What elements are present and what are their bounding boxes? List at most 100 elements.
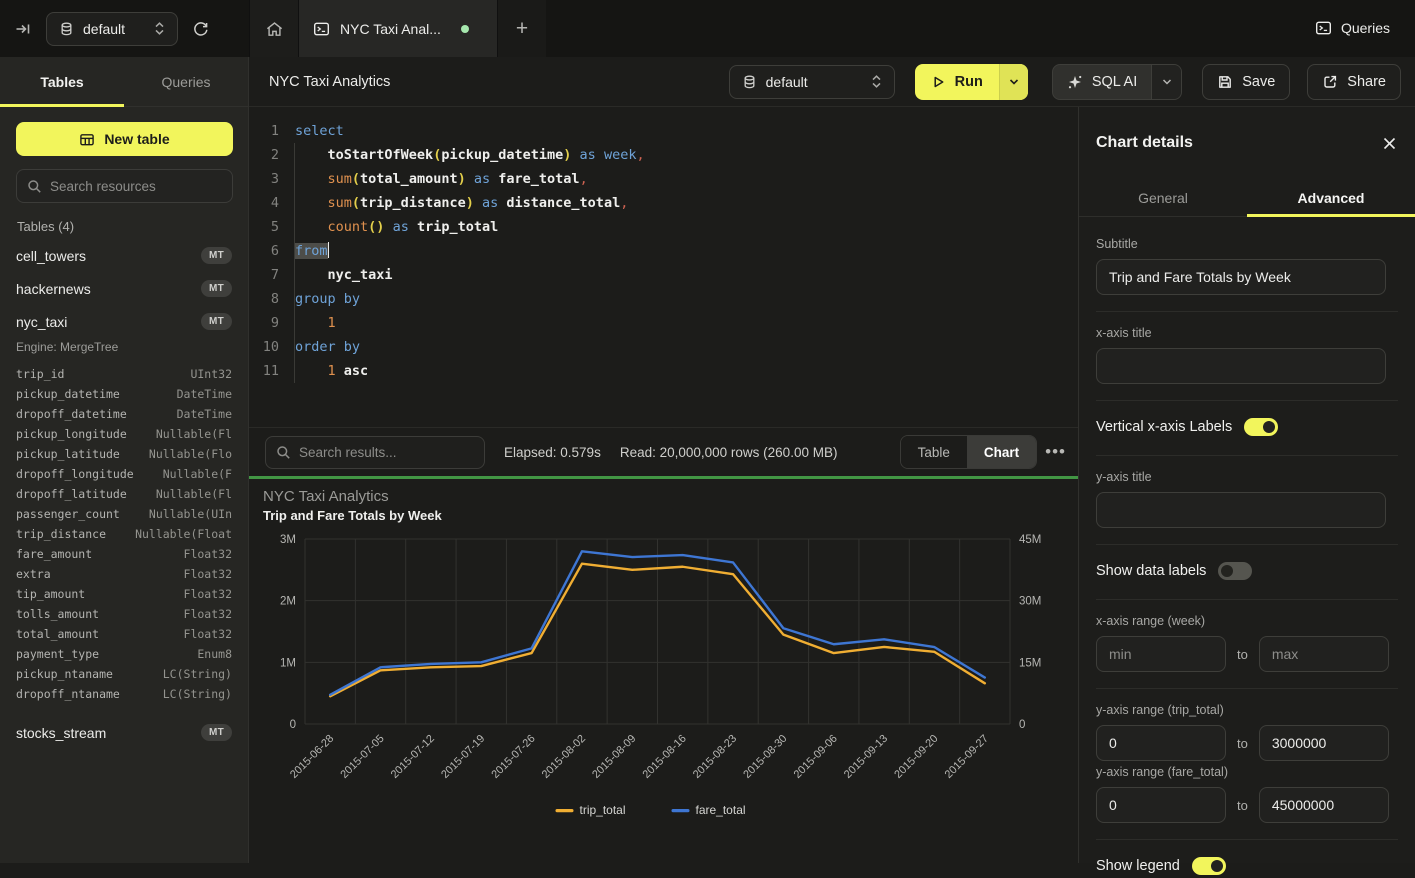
refresh-button[interactable] [178,0,222,57]
toggle-label: Vertical x-axis Labels [1096,419,1232,435]
range-max-input[interactable] [1259,787,1389,823]
column-type: Float32 [184,627,232,641]
column-row: payment_typeEnum8 [16,644,232,664]
results-bar: Elapsed: 0.579s Read: 20,000,000 rows (2… [249,427,1078,476]
column-name: dropoff_datetime [16,407,127,421]
toggle-switch[interactable] [1218,562,1252,580]
save-button-label: Save [1242,74,1275,90]
chart-area: NYC Taxi Analytics Trip and Fare Totals … [249,479,1078,863]
table-row[interactable]: cell_towersMT [0,239,248,272]
svg-text:0: 0 [290,719,296,731]
chart-plot: 01M2M3M015M30M45M2015-06-282015-07-05201… [257,527,1069,859]
chart-details-panel: Chart details General Advanced Subtitlex… [1078,107,1415,863]
line-number: 10 [249,335,279,359]
new-table-label: New table [104,131,169,147]
column-name: tip_amount [16,587,85,601]
panel-tab-general[interactable]: General [1079,179,1247,216]
range-separator: to [1237,736,1248,751]
column-type: Float32 [184,607,232,621]
view-toggle-table[interactable]: Table [901,436,967,468]
run-button-label: Run [955,74,983,90]
column-type: DateTime [177,387,232,401]
panel-title: Chart details [1096,134,1193,152]
range-max-input[interactable] [1259,636,1389,672]
play-icon [931,74,946,90]
engine-badge: MT [201,247,232,264]
divider [1096,311,1398,312]
table-row[interactable]: nyc_taxiMT [0,305,248,338]
elapsed-time: Elapsed: 0.579s [504,445,601,460]
view-toggle-chart[interactable]: Chart [967,436,1036,468]
run-button[interactable]: Run [915,64,1028,100]
save-button[interactable]: Save [1202,64,1290,100]
range-min-input[interactable] [1096,725,1226,761]
field-input-subtitle[interactable] [1096,259,1386,295]
svg-text:1M: 1M [280,657,296,669]
column-type: LC(String) [163,687,232,701]
toolbar-database-value: default [766,74,808,90]
sql-ai-caret[interactable] [1151,65,1181,99]
line-number: 11 [249,359,279,383]
more-options-button[interactable]: ••• [1045,442,1066,462]
svg-text:2M: 2M [280,596,296,608]
column-row: pickup_datetimeDateTime [16,384,232,404]
range-min-input[interactable] [1096,636,1226,672]
share-button[interactable]: Share [1307,64,1401,100]
code-line: 2 toStartOfWeek(pickup_datetime) as week… [249,143,1078,167]
text-cursor [328,242,330,258]
sidebar-tab-queries[interactable]: Queries [124,57,248,106]
svg-text:2015-08-30: 2015-08-30 [741,733,789,781]
code-area: 1select2 toStartOfWeek(pickup_datetime) … [249,107,1078,383]
collapse-sidebar-button[interactable] [0,0,46,57]
resource-search-input[interactable] [50,179,222,194]
column-name: dropoff_longitude [16,467,134,481]
field-input-y-axis-title[interactable] [1096,492,1386,528]
resource-search [16,169,233,203]
range-separator: to [1237,647,1248,662]
sidebar-tabs: Tables Queries [0,57,248,107]
divider [1096,455,1398,456]
table-row[interactable]: stocks_stream MT [0,716,248,749]
code-text: from [295,239,329,263]
table-icon [79,132,95,147]
queries-button[interactable]: Queries [1315,11,1390,45]
database-selector[interactable]: default [46,12,178,46]
toggle-label: Show data labels [1096,563,1206,579]
new-table-button[interactable]: New table [16,122,233,156]
range-row: to [1096,787,1398,823]
svg-text:2015-09-06: 2015-09-06 [792,733,840,781]
table-row[interactable]: hackernewsMT [0,272,248,305]
toggle-knob [1221,565,1233,577]
sidebar-tab-tables[interactable]: Tables [0,57,124,106]
toolbar-database-selector[interactable]: default [729,65,895,99]
engine-badge: MT [201,313,232,330]
query-tab[interactable]: NYC Taxi Anal... [298,0,497,57]
toggle-switch[interactable] [1244,418,1278,436]
code-line: 6from [249,239,1078,263]
toggle-row: Show legend [1096,854,1398,878]
field-input-x-axis-title[interactable] [1096,348,1386,384]
toggle-switch[interactable] [1192,857,1226,875]
table-name: stocks_stream [16,725,106,741]
panel-tab-advanced[interactable]: Advanced [1247,179,1415,216]
code-text: sum(trip_distance) as distance_total, [295,191,628,215]
range-max-input[interactable] [1259,725,1389,761]
sql-ai-button[interactable]: SQL AI [1052,64,1182,100]
close-icon[interactable] [1382,136,1397,151]
column-row: passenger_countNullable(UIn [16,504,232,524]
engine-badge: MT [201,724,232,741]
results-search-input[interactable] [299,445,474,460]
column-type: Float32 [184,567,232,581]
home-tab-button[interactable] [249,0,298,57]
code-line: 9 1 [249,311,1078,335]
column-name: trip_distance [16,527,106,541]
sql-editor[interactable]: 1select2 toStartOfWeek(pickup_datetime) … [249,107,1078,427]
range-min-input[interactable] [1096,787,1226,823]
run-options-caret[interactable] [999,64,1028,100]
share-icon [1322,74,1338,90]
new-tab-button[interactable]: + [497,0,546,57]
chart-subtitle: Trip and Fare Totals by Week [263,508,442,523]
sparkle-icon [1067,74,1083,90]
sidebar: Tables Queries New table Tables (4) cell… [0,57,249,863]
unsaved-changes-dot [461,25,469,33]
